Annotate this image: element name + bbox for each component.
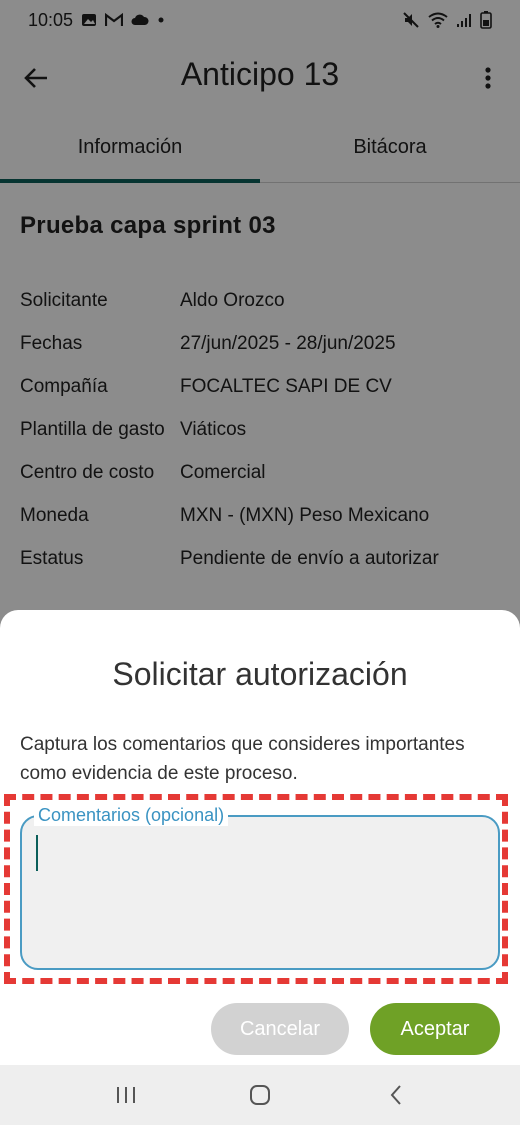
comments-field[interactable]: Comentarios (opcional) <box>20 804 500 970</box>
home-icon[interactable] <box>244 1079 276 1111</box>
system-nav-bar <box>0 1065 520 1125</box>
accept-button[interactable]: Aceptar <box>370 1003 500 1055</box>
dialog-description: Captura los comentarios que consideres i… <box>20 734 465 784</box>
text-caret <box>36 835 38 871</box>
authorization-dialog: Solicitar autorización Captura los comen… <box>0 610 520 1065</box>
comments-field-label: Comentarios (opcional) <box>34 804 229 826</box>
recents-icon[interactable] <box>110 1079 142 1111</box>
dialog-title: Solicitar autorización <box>112 656 408 692</box>
back-icon[interactable] <box>380 1079 412 1111</box>
cancel-button[interactable]: Cancelar <box>211 1003 349 1055</box>
